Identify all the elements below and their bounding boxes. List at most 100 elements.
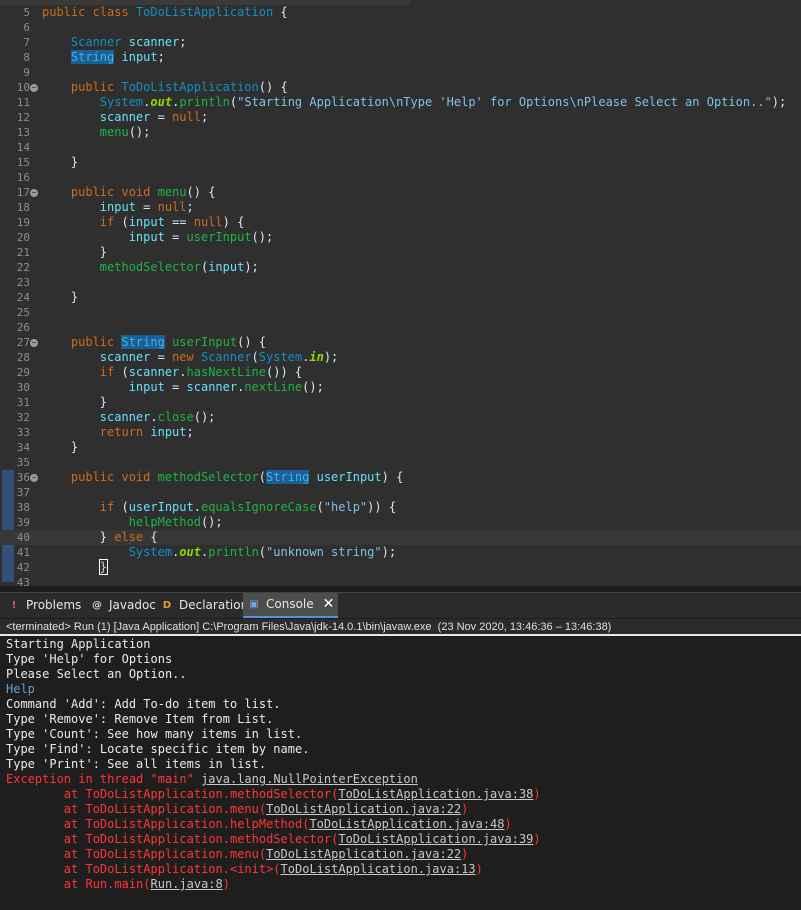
line-number: 11 — [16, 96, 30, 109]
code-line[interactable]: 27− public String userInput() { — [0, 335, 801, 350]
code-text: if (input == null) { — [42, 215, 245, 230]
code-line[interactable]: 37 — [0, 485, 801, 500]
code-token: out — [150, 95, 173, 109]
tab-label: Problems — [26, 598, 82, 612]
code-line[interactable]: 17− public void menu() { — [0, 185, 801, 200]
code-text: methodSelector(input); — [42, 260, 259, 275]
code-token: ToDoListApplication — [135, 5, 274, 19]
code-token: userInput — [316, 470, 382, 484]
code-line[interactable]: 18 input = null; — [0, 200, 801, 215]
stacktrace-link[interactable]: ToDoListApplication.java:39 — [338, 832, 533, 846]
console-line: Type 'Help' for Options — [6, 652, 172, 667]
code-line[interactable]: 7 Scanner scanner; — [0, 35, 801, 50]
code-line[interactable]: 28 scanner = new Scanner(System.in); — [0, 350, 801, 365]
console-output[interactable]: Starting Application Type 'Help' for Opti… — [0, 637, 801, 910]
console-text: ) — [533, 832, 541, 846]
code-line[interactable]: 8 String input; — [0, 50, 801, 65]
code-line[interactable]: 41 System.out.println("unknown string"); — [0, 545, 801, 560]
code-text: if (scanner.hasNextLine()) { — [42, 365, 302, 380]
code-line[interactable]: 33 return input; — [0, 425, 801, 440]
code-line[interactable]: 21 } — [0, 245, 801, 260]
code-line[interactable]: 30 input = scanner.nextLine(); — [0, 380, 801, 395]
console-text: Type 'Help' for Options — [6, 652, 173, 666]
code-line[interactable]: 19 if (input == null) { — [0, 215, 801, 230]
code-line[interactable]: 11 System.out.println("Starting Applicat… — [0, 95, 801, 110]
stacktrace-link[interactable]: java.lang.NullPointerException — [201, 772, 418, 786]
code-editor[interactable]: 5 public class ToDoListApplication {6 7 Sc… — [0, 0, 801, 586]
code-line[interactable]: 24 } — [0, 290, 801, 305]
code-token: public void — [70, 470, 158, 484]
tab-javadoc[interactable]: @ Javadoc — [86, 593, 160, 618]
code-line[interactable]: 10− public ToDoListApplication() { — [0, 80, 801, 95]
code-text: String input; — [42, 50, 165, 65]
code-line[interactable]: 15 } — [0, 155, 801, 170]
code-token: ToDoListApplication — [121, 80, 259, 94]
code-line[interactable]: 43 — [0, 575, 801, 586]
line-number: 9 — [23, 66, 30, 79]
code-line[interactable]: 40 } else { — [0, 530, 801, 545]
code-text: } — [42, 395, 107, 410]
line-number: 13 — [16, 126, 30, 139]
fold-collapse-icon[interactable]: − — [30, 474, 38, 482]
code-line[interactable]: 16 — [0, 170, 801, 185]
code-line[interactable]: 13 menu(); — [0, 125, 801, 140]
code-text: return input; — [42, 425, 194, 440]
code-line[interactable]: 25 — [0, 305, 801, 320]
code-token: ( — [316, 500, 324, 514]
code-line[interactable]: 26 — [0, 320, 801, 335]
code-line[interactable]: 31 } — [0, 395, 801, 410]
code-token: String — [266, 470, 310, 484]
code-token: return — [99, 425, 151, 439]
stacktrace-link[interactable]: ToDoListApplication.java:13 — [281, 862, 476, 876]
code-token: = — [135, 200, 158, 214]
code-line[interactable]: 36− public void methodSelector(String us… — [0, 470, 801, 485]
code-token: scanner — [186, 380, 238, 394]
code-line[interactable]: 39 helpMethod(); — [0, 515, 801, 530]
code-line[interactable]: 12 scanner = null; — [0, 110, 801, 125]
code-line[interactable]: 42 } — [0, 559, 801, 575]
console-text: Type 'Find': Locate specific item by nam… — [6, 742, 310, 756]
code-line[interactable]: 29 if (scanner.hasNextLine()) { — [0, 365, 801, 380]
stacktrace-link[interactable]: ToDoListApplication.java:22 — [266, 847, 461, 861]
stacktrace-link[interactable]: ToDoListApplication.java:22 — [266, 802, 461, 816]
tab-declaration[interactable]: D Declaration — [156, 593, 252, 618]
fold-collapse-icon[interactable]: − — [30, 84, 38, 92]
console-text: ) — [461, 802, 469, 816]
tab-console[interactable]: ▣ Console ✕ — [243, 592, 339, 618]
code-line[interactable]: 6 — [0, 20, 801, 35]
code-text: public class ToDoListApplication { — [42, 5, 288, 20]
code-line[interactable]: 32 scanner.close(); — [0, 410, 801, 425]
line-number: 34 — [16, 441, 30, 454]
code-token: = — [150, 110, 173, 124]
code-token: methodSelector — [99, 260, 201, 274]
console-text: Type 'Count': See how many items in list… — [6, 727, 303, 741]
code-line[interactable]: 34 } — [0, 440, 801, 455]
code-line[interactable]: 22 methodSelector(input); — [0, 260, 801, 275]
stacktrace-link[interactable]: ToDoListApplication.java:48 — [309, 817, 504, 831]
code-token: userInput — [172, 335, 238, 349]
code-line[interactable]: 14 — [0, 140, 801, 155]
tab-problems[interactable]: ! Problems — [3, 593, 85, 618]
code-line[interactable]: 35 — [0, 455, 801, 470]
code-token: ( — [114, 215, 129, 229]
code-line[interactable]: 38 if (userInput.equalsIgnoreCase("help"… — [0, 500, 801, 515]
code-line[interactable]: 20 input = userInput(); — [0, 230, 801, 245]
stacktrace-link[interactable]: ToDoListApplication.java:38 — [338, 787, 533, 801]
fold-collapse-icon[interactable]: − — [30, 339, 38, 347]
stacktrace-link[interactable]: Run.java:8 — [151, 877, 223, 891]
console-text: at ToDoListApplication.helpMethod( — [6, 817, 310, 831]
code-token: = — [150, 350, 173, 364]
code-line[interactable]: 5 public class ToDoListApplication { — [0, 5, 801, 20]
code-token: in — [309, 350, 324, 364]
code-line[interactable]: 23 — [0, 275, 801, 290]
code-line[interactable]: 9 — [0, 65, 801, 80]
close-icon[interactable]: ✕ — [323, 592, 335, 617]
code-lines[interactable]: 5 public class ToDoListApplication {6 7 Sc… — [0, 5, 801, 586]
fold-collapse-icon[interactable]: − — [30, 189, 38, 197]
